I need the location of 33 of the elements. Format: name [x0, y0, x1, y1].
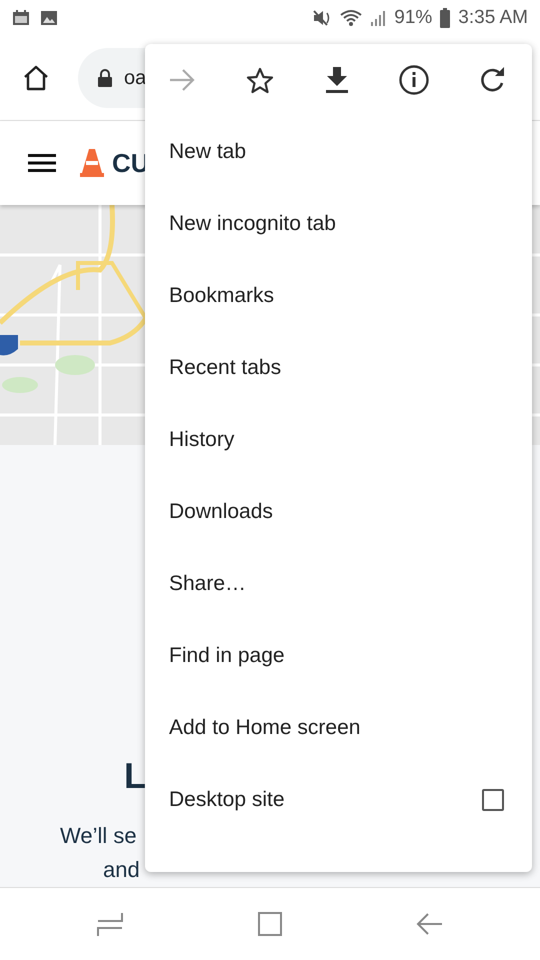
menu-item[interactable]: Find in page: [145, 620, 532, 692]
download-icon[interactable]: [326, 67, 348, 93]
lock-icon: [98, 69, 112, 87]
url-text: oa: [124, 66, 146, 90]
menu-item[interactable]: Share…: [145, 548, 532, 620]
checkbox[interactable]: [482, 789, 504, 811]
home-icon[interactable]: [22, 65, 50, 91]
wifi-icon: [340, 9, 362, 27]
battery-icon: [440, 8, 450, 28]
menu-item[interactable]: New incognito tab: [145, 188, 532, 260]
battery-percent: 91%: [394, 7, 432, 29]
menu-item[interactable]: History: [145, 404, 532, 476]
menu-item[interactable]: Add to Home screen: [145, 692, 532, 764]
image-icon: [40, 10, 58, 26]
page-text: We’ll se: [60, 823, 137, 849]
calendar-icon: [12, 9, 32, 27]
reload-icon[interactable]: [480, 67, 506, 93]
info-icon[interactable]: [398, 65, 429, 95]
recent-apps-icon[interactable]: [96, 911, 124, 937]
menu-item[interactable]: Recent tabs: [145, 332, 532, 404]
home-button-icon[interactable]: [256, 911, 283, 937]
page-heading: L: [124, 755, 146, 797]
back-icon[interactable]: [416, 911, 444, 937]
signal-icon: [370, 9, 386, 27]
menu-item[interactable]: New tab: [145, 116, 532, 188]
clock-time: 3:35 AM: [458, 7, 528, 29]
page-text: and: [103, 857, 140, 883]
menu-item[interactable]: Bookmarks: [145, 260, 532, 332]
menu-icon[interactable]: [28, 153, 56, 173]
bookmark-star-icon[interactable]: [246, 66, 274, 94]
menu-item[interactable]: Desktop site: [169, 788, 285, 812]
traffic-cone-icon: [80, 149, 104, 177]
menu-item[interactable]: Downloads: [145, 476, 532, 548]
